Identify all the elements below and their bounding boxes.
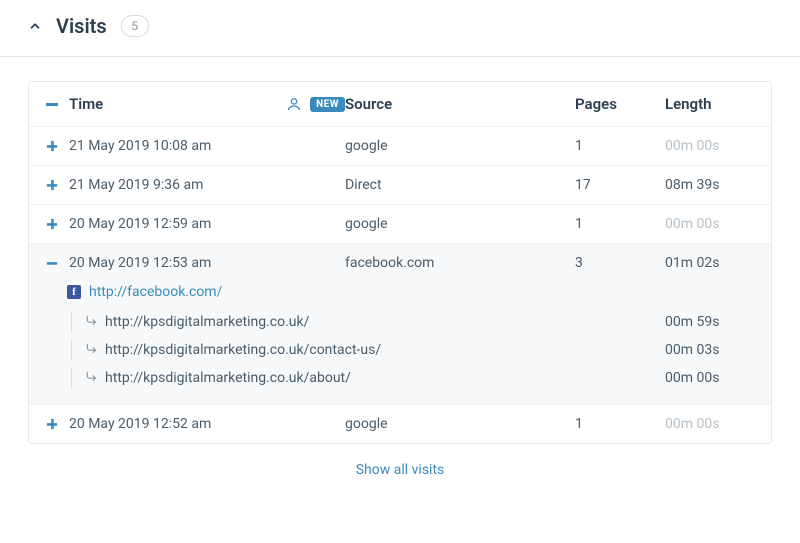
subpage-arrow-icon <box>85 370 101 386</box>
expand-row-icon[interactable] <box>45 178 59 192</box>
column-header-pages: Pages <box>575 95 665 113</box>
visit-length: 08m 39s <box>665 177 755 193</box>
column-header-source: Source <box>345 95 575 113</box>
visit-pages: 3 <box>575 255 665 271</box>
page-url: http://kpsdigitalmarketing.co.uk/ <box>105 314 665 330</box>
expanded-visit: 20 May 2019 12:53 am facebook.com301m 02s… <box>29 244 771 405</box>
table-row: 20 May 2019 12:59 am google100m 00s <box>29 205 771 244</box>
visit-source: google <box>345 416 575 432</box>
expand-row-icon[interactable] <box>45 139 59 153</box>
collapse-row-icon[interactable] <box>45 256 59 270</box>
show-all-visits-link[interactable]: Show all visits <box>28 444 772 500</box>
page-row: http://kpsdigitalmarketing.co.uk/00m 59s <box>71 308 755 336</box>
page-url: http://kpsdigitalmarketing.co.uk/about/ <box>105 370 665 386</box>
visit-time: 21 May 2019 9:36 am <box>69 177 203 193</box>
page-url: http://kpsdigitalmarketing.co.uk/contact… <box>105 342 665 358</box>
table-row: 21 May 2019 10:08 am google100m 00s <box>29 127 771 166</box>
section-header: Visits 5 <box>0 0 800 57</box>
column-header-time: Time <box>69 95 103 113</box>
visit-pages: 17 <box>575 177 665 193</box>
visit-length: 00m 00s <box>665 416 755 432</box>
visit-pages: 1 <box>575 138 665 154</box>
referrer-row: f http://facebook.com/ <box>29 282 771 306</box>
table-row: 20 May 2019 12:52 am google100m 00s <box>29 405 771 443</box>
visit-source: google <box>345 138 575 154</box>
visit-time: 20 May 2019 12:59 am <box>69 216 211 232</box>
page-duration: 00m 59s <box>665 314 755 330</box>
visit-count-badge: 5 <box>121 15 149 37</box>
page-row: http://kpsdigitalmarketing.co.uk/about/0… <box>71 364 755 392</box>
page-row: http://kpsdigitalmarketing.co.uk/contact… <box>71 336 755 364</box>
visit-source: Direct <box>345 177 575 193</box>
tree-line <box>71 340 72 360</box>
visit-time: 20 May 2019 12:52 am <box>69 416 211 432</box>
page-duration: 00m 03s <box>665 342 755 358</box>
section-title: Visits <box>56 14 107 38</box>
visit-length: 01m 02s <box>665 255 755 271</box>
collapse-section-icon[interactable] <box>28 19 42 33</box>
page-duration: 00m 00s <box>665 370 755 386</box>
tree-line <box>71 368 72 388</box>
table-row: 21 May 2019 9:36 am Direct1708m 39s <box>29 166 771 205</box>
visit-length: 00m 00s <box>665 216 755 232</box>
visits-table: Time NEW Source Pages Length 21 May 2019… <box>0 57 800 510</box>
column-header-length: Length <box>665 95 755 113</box>
table-row: 20 May 2019 12:53 am facebook.com301m 02s <box>29 244 771 282</box>
collapse-all-icon[interactable] <box>45 97 59 111</box>
visit-pages: 1 <box>575 216 665 232</box>
visit-length: 00m 00s <box>665 138 755 154</box>
subpage-arrow-icon <box>85 342 101 358</box>
expand-row-icon[interactable] <box>45 417 59 431</box>
table-header-row: Time NEW Source Pages Length <box>29 82 771 127</box>
facebook-icon: f <box>67 285 81 299</box>
tree-line <box>71 312 72 332</box>
person-icon <box>286 96 302 112</box>
visit-pages: 1 <box>575 416 665 432</box>
visit-time: 20 May 2019 12:53 am <box>69 255 211 271</box>
expand-row-icon[interactable] <box>45 217 59 231</box>
referrer-link[interactable]: http://facebook.com/ <box>89 284 222 300</box>
subpage-arrow-icon <box>85 314 101 330</box>
new-badge: NEW <box>310 97 345 112</box>
visit-source: facebook.com <box>345 255 575 271</box>
visit-source: google <box>345 216 575 232</box>
visit-time: 21 May 2019 10:08 am <box>69 138 211 154</box>
